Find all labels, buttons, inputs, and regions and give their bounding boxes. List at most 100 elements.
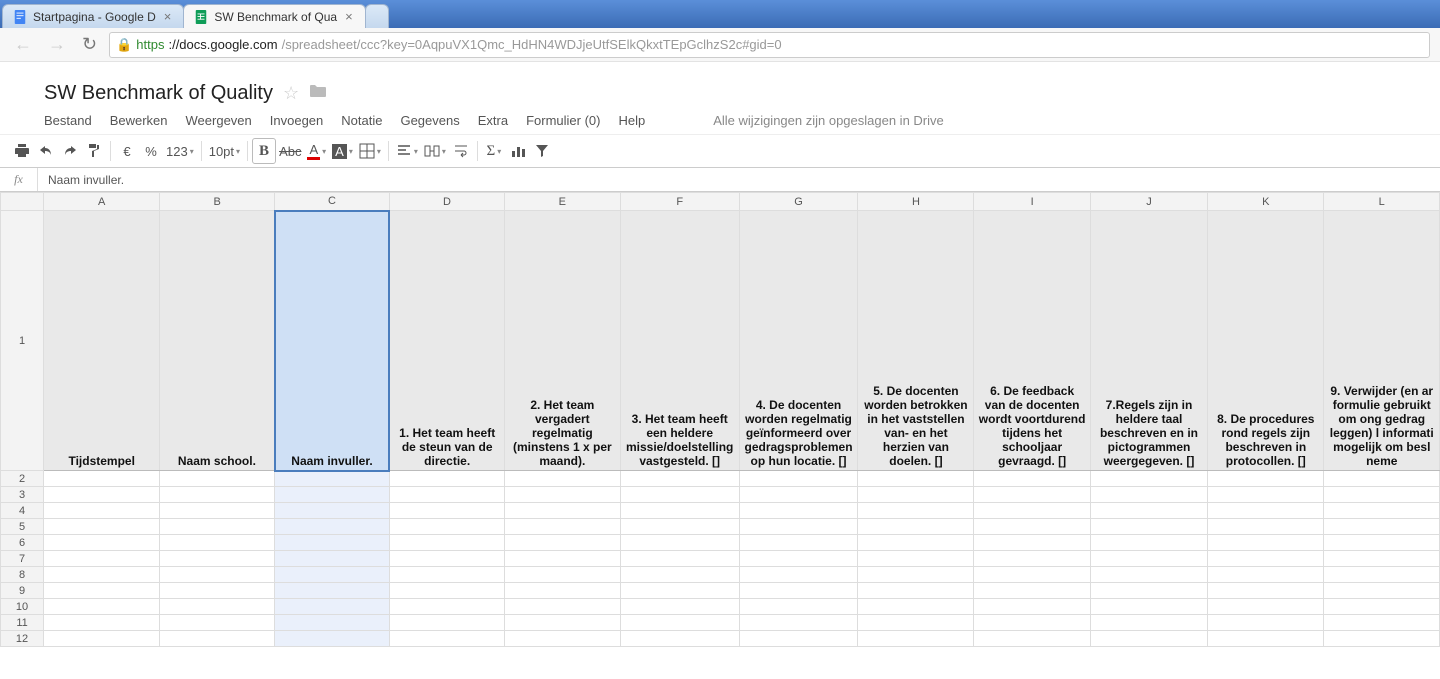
cell-L10[interactable] [1324, 599, 1440, 615]
menu-help[interactable]: Help [618, 113, 645, 128]
cell-L12[interactable] [1324, 631, 1440, 647]
cell-H3[interactable] [858, 487, 974, 503]
forward-button[interactable]: → [44, 34, 70, 55]
cell-B9[interactable] [160, 583, 275, 599]
cell-L3[interactable] [1324, 487, 1440, 503]
new-tab-button[interactable] [365, 4, 389, 28]
cell-F9[interactable] [620, 583, 739, 599]
row-header-5[interactable]: 5 [1, 519, 44, 535]
cell-G2[interactable] [739, 471, 858, 487]
cell-C7[interactable] [275, 551, 390, 567]
cell-C12[interactable] [275, 631, 390, 647]
cell-H9[interactable] [858, 583, 974, 599]
cell-I4[interactable] [974, 503, 1090, 519]
row-header-10[interactable]: 10 [1, 599, 44, 615]
browser-tab-0[interactable]: Startpagina - Google D × [2, 4, 184, 28]
cell-G12[interactable] [739, 631, 858, 647]
cell-C1[interactable]: Naam invuller. [275, 211, 390, 471]
cell-L4[interactable] [1324, 503, 1440, 519]
cell-K8[interactable] [1208, 567, 1324, 583]
menu-edit[interactable]: Bewerken [110, 113, 168, 128]
cell-D5[interactable] [389, 519, 504, 535]
fontsize-button[interactable]: 10pt▾ [206, 138, 243, 164]
menu-format[interactable]: Notatie [341, 113, 382, 128]
cell-A6[interactable] [44, 535, 160, 551]
cell-J9[interactable] [1090, 583, 1207, 599]
col-header-B[interactable]: B [160, 193, 275, 211]
cell-D1[interactable]: 1. Het team heeft de steun van de direct… [389, 211, 504, 471]
cell-G8[interactable] [739, 567, 858, 583]
doc-title[interactable]: SW Benchmark of Quality [44, 82, 273, 105]
cell-F10[interactable] [620, 599, 739, 615]
cell-B3[interactable] [160, 487, 275, 503]
row-header-3[interactable]: 3 [1, 487, 44, 503]
cell-F4[interactable] [620, 503, 739, 519]
cell-E12[interactable] [504, 631, 620, 647]
col-header-H[interactable]: H [858, 193, 974, 211]
percent-button[interactable]: % [139, 138, 163, 164]
cell-H6[interactable] [858, 535, 974, 551]
cell-A8[interactable] [44, 567, 160, 583]
cell-I8[interactable] [974, 567, 1090, 583]
row-header-6[interactable]: 6 [1, 535, 44, 551]
cell-J1[interactable]: 7.Regels zijn in heldere taal beschreven… [1090, 211, 1207, 471]
cell-D3[interactable] [389, 487, 504, 503]
cell-E5[interactable] [504, 519, 620, 535]
cell-G4[interactable] [739, 503, 858, 519]
cell-I6[interactable] [974, 535, 1090, 551]
cell-H4[interactable] [858, 503, 974, 519]
cell-B7[interactable] [160, 551, 275, 567]
cell-A9[interactable] [44, 583, 160, 599]
cell-K5[interactable] [1208, 519, 1324, 535]
cell-B1[interactable]: Naam school. [160, 211, 275, 471]
col-header-G[interactable]: G [739, 193, 858, 211]
cell-I12[interactable] [974, 631, 1090, 647]
cell-E4[interactable] [504, 503, 620, 519]
cell-H11[interactable] [858, 615, 974, 631]
wrap-icon[interactable] [449, 138, 473, 164]
cell-K6[interactable] [1208, 535, 1324, 551]
cell-A12[interactable] [44, 631, 160, 647]
cell-L6[interactable] [1324, 535, 1440, 551]
back-button[interactable]: ← [10, 34, 36, 55]
cell-D11[interactable] [389, 615, 504, 631]
currency-button[interactable]: € [115, 138, 139, 164]
cell-C6[interactable] [275, 535, 390, 551]
col-header-A[interactable]: A [44, 193, 160, 211]
row-header-7[interactable]: 7 [1, 551, 44, 567]
row-header-8[interactable]: 8 [1, 567, 44, 583]
menu-form[interactable]: Formulier (0) [526, 113, 600, 128]
cell-H10[interactable] [858, 599, 974, 615]
spreadsheet-grid[interactable]: ABCDEFGHIJKL1TijdstempelNaam school.Naam… [0, 192, 1440, 647]
cell-G1[interactable]: 4. De docenten worden regelmatig geïnfor… [739, 211, 858, 471]
cell-G6[interactable] [739, 535, 858, 551]
cell-L7[interactable] [1324, 551, 1440, 567]
cell-A2[interactable] [44, 471, 160, 487]
cell-F7[interactable] [620, 551, 739, 567]
cell-I5[interactable] [974, 519, 1090, 535]
star-icon[interactable]: ☆ [283, 83, 299, 104]
cell-E8[interactable] [504, 567, 620, 583]
cell-E11[interactable] [504, 615, 620, 631]
cell-J12[interactable] [1090, 631, 1207, 647]
cell-K12[interactable] [1208, 631, 1324, 647]
folder-icon[interactable] [309, 84, 327, 103]
cell-G3[interactable] [739, 487, 858, 503]
col-header-K[interactable]: K [1208, 193, 1324, 211]
cell-B6[interactable] [160, 535, 275, 551]
menu-file[interactable]: Bestand [44, 113, 92, 128]
cell-D8[interactable] [389, 567, 504, 583]
col-header-I[interactable]: I [974, 193, 1090, 211]
cell-L11[interactable] [1324, 615, 1440, 631]
row-header-1[interactable]: 1 [1, 211, 44, 471]
cell-D9[interactable] [389, 583, 504, 599]
col-header-F[interactable]: F [620, 193, 739, 211]
paintformat-icon[interactable] [82, 138, 106, 164]
cell-D4[interactable] [389, 503, 504, 519]
merge-icon[interactable]: ▾ [421, 138, 449, 164]
cell-I1[interactable]: 6. De feedback van de docenten wordt voo… [974, 211, 1090, 471]
menu-extra[interactable]: Extra [478, 113, 508, 128]
print-icon[interactable] [10, 138, 34, 164]
cell-G9[interactable] [739, 583, 858, 599]
cell-F6[interactable] [620, 535, 739, 551]
